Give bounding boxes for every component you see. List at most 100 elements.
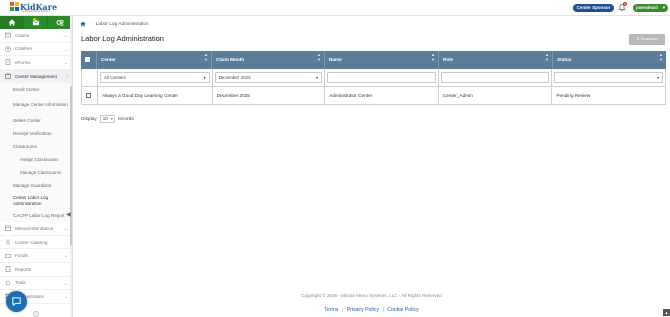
table-header: Center ▲ ▼ Claim Month ▲ ▼ Name ▲ ▼ Role ▲ ▼ Sta… <box>81 51 666 69</box>
sort-icon: ▲ ▼ <box>659 52 663 62</box>
sidebar-item-label: Tools <box>15 280 26 286</box>
page-title: Labor Log Administration <box>81 34 164 43</box>
tab-settings[interactable] <box>48 16 72 29</box>
plus-icon[interactable]: + <box>33 311 39 317</box>
select-all-checkbox[interactable] <box>85 57 90 62</box>
submenu-manage-guardians[interactable]: Manage Guardians <box>0 179 72 192</box>
row-checkbox[interactable] <box>86 93 91 98</box>
claim-month-filter-select[interactable]: December 2025 ▾ <box>214 72 323 83</box>
user-name: jmendezcl <box>636 4 658 10</box>
sidebar-item-label: Menus/Attendance <box>15 225 54 231</box>
utensils-icon <box>5 239 11 245</box>
chat-icon <box>12 297 21 307</box>
notification-count-badge: 1 <box>623 2 627 6</box>
cell-claim-month: December 2025 <box>213 87 326 104</box>
user-menu-button[interactable]: jmendezcl ▾ <box>633 3 668 12</box>
gears-icon <box>55 19 64 26</box>
column-header-name[interactable]: Name ▲ ▼ <box>325 51 439 69</box>
submenu-manage-classrooms[interactable]: Manage Classrooms <box>0 166 72 179</box>
sidebar-nav: Claims ⌄ Children ⌄ eForms ⌄ Center Mana… <box>0 29 72 84</box>
center-management-submenu: Enroll Center Manage Center Information … <box>0 83 72 223</box>
claim-month-filter-value: December 2025 <box>218 75 251 80</box>
privacy-policy-link[interactable]: Privacy Policy <box>347 307 379 313</box>
footer-links: Terms | Privacy Policy | Cookie Policy <box>73 307 670 313</box>
sort-icon: ▲ ▼ <box>204 52 208 62</box>
center-filter-select[interactable]: All Centers ▾ <box>99 72 210 83</box>
home-icon <box>8 19 15 26</box>
chevron-down-icon: ⌄ <box>63 33 68 39</box>
dropdown-arrow-icon: ▾ <box>656 75 659 80</box>
tools-icon <box>5 280 11 286</box>
cell-center: Always a Good Day Learning Center <box>98 87 213 104</box>
column-header-status[interactable]: Status ▲ ▼ <box>553 51 666 69</box>
chevron-down-icon: ⌄ <box>63 294 68 301</box>
column-label: Status <box>557 57 572 62</box>
submenu-delete-center[interactable]: Delete Center <box>0 113 72 126</box>
chat-support-button[interactable] <box>6 291 27 312</box>
sidebar-item-tools[interactable]: Tools ⌄ <box>0 277 72 291</box>
tab-messages[interactable] <box>24 16 48 29</box>
submenu-classrooms[interactable]: Classrooms <box>0 140 72 153</box>
breadcrumb: › Labor Log Administration <box>80 20 149 28</box>
column-header-role[interactable]: Role ▲ ▼ <box>439 51 553 69</box>
terms-link[interactable]: Terms <box>324 307 338 313</box>
chevron-down-icon: ▾ <box>662 4 665 10</box>
sidebar-item-label: Reports <box>15 266 32 272</box>
breadcrumb-current: Labor Log Administration <box>95 21 149 27</box>
select-all-header <box>81 51 97 69</box>
records-label: records <box>117 116 134 122</box>
submenu-enroll-center[interactable]: Enroll Center <box>0 83 72 96</box>
child-icon <box>5 46 11 52</box>
submenu-manage-center-information[interactable]: Manage Center Information <box>0 96 72 113</box>
report-icon <box>5 266 11 273</box>
sidebar-item-menus-attendance[interactable]: Menus/Attendance ⌄ <box>0 222 72 236</box>
breadcrumb-separator-icon: › <box>90 21 92 27</box>
sort-icon: ▲ ▼ <box>317 52 321 62</box>
submenu-assign-classrooms[interactable]: Assign Classrooms <box>0 153 72 166</box>
table-row[interactable]: Always a Good Day Learning Center Decemb… <box>81 87 666 105</box>
role-filter-input[interactable] <box>440 72 550 83</box>
home-icon[interactable] <box>80 21 86 27</box>
page-size-select[interactable]: 10 ▾ <box>99 115 115 123</box>
chevron-down-icon: ⌄ <box>63 253 68 260</box>
submenu-receipt-verification[interactable]: Receipt Verification <box>0 127 72 140</box>
page-size-value: 10 <box>102 116 108 121</box>
cell-status: Pending Review <box>556 93 591 98</box>
top-header: KidKare by Minute Menu Systems Center Sp… <box>0 0 670 16</box>
filter-cell-role <box>439 69 553 86</box>
cookie-policy-link[interactable]: Cookie Policy <box>387 307 418 313</box>
sidebar-item-label: Center Catering <box>15 239 48 245</box>
brand-subtitle: by Minute Menu Systems <box>22 10 51 13</box>
submenu-center-labor-log-administration[interactable]: Center Labor Log Administration <box>0 192 72 209</box>
logo-mark-icon <box>10 2 19 12</box>
name-filter-input[interactable] <box>327 72 436 83</box>
submenu-cacfp-labor-log-report[interactable]: CACFP Labor Log Report <box>0 209 72 222</box>
tab-home[interactable] <box>0 16 24 29</box>
sidebar-item-eforms[interactable]: eForms ⌄ <box>0 56 72 70</box>
sidebar-item-claims[interactable]: Claims ⌄ <box>0 29 72 43</box>
chevron-right-icon: › <box>66 73 68 80</box>
chevron-down-icon: ⌄ <box>63 226 68 233</box>
page-size-control: Display 10 ▾ records <box>81 115 134 123</box>
filter-cell-status: ▾ <box>552 69 665 86</box>
column-header-center[interactable]: Center ▲ ▼ <box>97 51 212 69</box>
filter-cell-claim-month: December 2025 ▾ <box>213 69 326 86</box>
scroll-to-top-icon[interactable]: ▲ <box>663 309 670 316</box>
sidebar-item-reports[interactable]: Reports <box>0 263 72 277</box>
sidebar-item-center-catering[interactable]: Center Catering <box>0 236 72 250</box>
sidebar-item-children[interactable]: Children ⌄ <box>0 43 72 57</box>
cell-role: Center_Admin <box>439 87 553 104</box>
cell-name: Administrator Center <box>325 87 439 104</box>
sidebar-item-label: eForms <box>15 59 31 65</box>
form-icon <box>5 59 11 66</box>
collapse-sidebar-icon[interactable]: ◀ <box>66 211 71 218</box>
sidebar-item-center-management[interactable]: Center Management › <box>0 69 72 84</box>
notifications-bell-icon[interactable]: 1 <box>618 2 627 12</box>
center-sponsor-button[interactable]: Center Sponsor <box>573 3 614 12</box>
download-button[interactable]: ⬇ Download <box>629 34 665 45</box>
sidebar-item-foods[interactable]: Foods ⌄ <box>0 249 72 263</box>
main-content: › Labor Log Administration Labor Log Adm… <box>73 16 670 317</box>
column-header-claim-month[interactable]: Claim Month ▲ ▼ <box>212 51 325 69</box>
column-label: Role <box>443 57 454 62</box>
status-filter-select[interactable]: ▾ <box>554 72 663 83</box>
